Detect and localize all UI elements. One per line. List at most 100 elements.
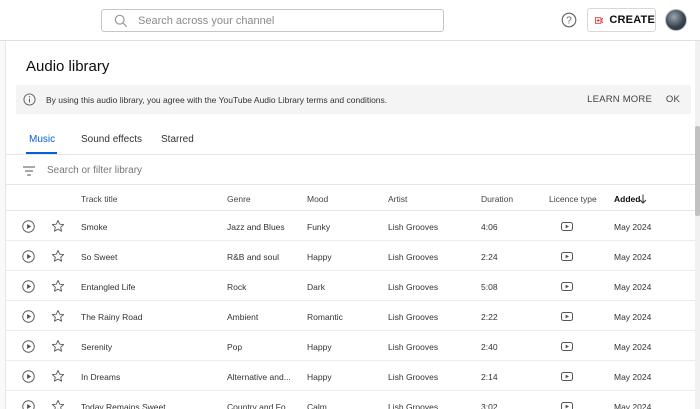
play-icon[interactable] [22,250,35,263]
track-added: May 2024 [614,372,652,382]
track-mood: Romantic [307,312,343,322]
track-added: May 2024 [614,252,652,262]
track-duration: 2:22 [481,312,498,322]
filter-bar[interactable]: Search or filter library [6,157,696,185]
play-icon[interactable] [22,280,35,293]
track-duration: 5:08 [481,282,498,292]
channel-search-box[interactable]: Search across your channel [101,9,444,32]
star-outline-icon[interactable] [51,219,65,233]
track-added: May 2024 [614,342,652,352]
track-artist: Lish Grooves [388,342,439,352]
active-tab-indicator [26,152,57,154]
track-genre: Rock [227,282,247,292]
tab-music[interactable]: Music [29,134,55,145]
star-outline-icon[interactable] [51,309,65,323]
track-mood: Happy [307,372,332,382]
play-icon[interactable] [22,340,35,353]
star-outline-icon[interactable] [51,249,65,263]
track-genre: Alternative and... [227,372,291,382]
track-title: In Dreams [81,372,121,382]
tab-starred[interactable]: Starred [161,134,194,145]
track-mood: Happy [307,342,332,352]
terms-notice-text: By using this audio library, you agree w… [46,94,388,105]
youtube-licence-icon[interactable] [561,342,573,351]
youtube-licence-icon[interactable] [561,222,573,231]
track-genre: Ambient [227,312,259,322]
table-row[interactable]: Today Remains Sweet Country and Fo... Calm… [6,391,696,409]
filter-icon[interactable] [23,165,35,176]
track-added: May 2024 [614,282,652,292]
youtube-licence-icon[interactable] [561,312,573,321]
track-added: May 2024 [614,222,652,232]
track-title: Serenity [81,342,113,352]
track-artist: Lish Grooves [388,372,439,382]
table-row[interactable]: Smoke Jazz and Blues Funky Lish Grooves 4:06… [6,211,696,241]
info-icon [23,93,36,106]
tab-sound-effects[interactable]: Sound effects [81,134,142,145]
track-list: Smoke Jazz and Blues Funky Lish Grooves 4:06… [6,211,696,409]
terms-notice-banner: By using this audio library, you agree w… [16,85,691,114]
track-mood: Dark [307,282,325,292]
column-added[interactable]: Added [614,194,640,204]
learn-more-button[interactable]: LEARN MORE [587,94,652,105]
audio-library-panel: Audio library By using this audio librar… [5,41,696,409]
track-title: The Rainy Road [81,312,143,322]
scrollbar[interactable] [695,41,700,409]
filter-input[interactable]: Search or filter library [47,165,142,176]
track-duration: 2:14 [481,372,498,382]
track-title: Smoke [81,222,108,232]
ok-button[interactable]: OK [666,94,680,105]
track-mood: Funky [307,222,331,232]
help-icon[interactable]: ? [561,12,577,28]
track-duration: 4:06 [481,222,498,232]
play-icon[interactable] [22,400,35,409]
table-row[interactable]: Serenity Pop Happy Lish Grooves 2:40 May 2024 [6,331,696,361]
play-icon[interactable] [22,310,35,323]
column-mood[interactable]: Mood [307,194,328,204]
table-row[interactable]: In Dreams Alternative and... Happy Lish Gro… [6,361,696,391]
play-icon[interactable] [22,370,35,383]
top-bar: Search across your channel ? CREATE [0,0,700,41]
youtube-licence-icon[interactable] [561,252,573,261]
video-camera-plus-icon [595,16,604,24]
track-duration: 2:24 [481,252,498,262]
track-artist: Lish Grooves [388,312,439,322]
star-outline-icon[interactable] [51,399,65,409]
column-artist[interactable]: Artist [388,194,407,204]
track-duration: 3:02 [481,402,498,409]
play-icon[interactable] [22,220,35,233]
column-licence-type[interactable]: Licence type [549,194,597,204]
track-added: May 2024 [614,402,652,409]
column-genre[interactable]: Genre [227,194,251,204]
column-duration[interactable]: Duration [481,194,513,204]
track-artist: Lish Grooves [388,402,439,409]
track-artist: Lish Grooves [388,222,439,232]
svg-text:?: ? [566,16,572,27]
track-genre: R&B and soul [227,252,279,262]
search-icon [114,14,128,27]
track-title: Today Remains Sweet [81,402,166,409]
youtube-licence-icon[interactable] [561,402,573,409]
create-button[interactable]: CREATE [587,8,656,32]
create-button-label: CREATE [609,14,655,26]
youtube-licence-icon[interactable] [561,372,573,381]
youtube-licence-icon[interactable] [561,282,573,291]
table-header: Track title Genre Mood Artist Duration L… [6,185,696,211]
page-title: Audio library [26,58,110,75]
column-track-title[interactable]: Track title [81,194,118,204]
track-title: Entangled Life [81,282,136,292]
star-outline-icon[interactable] [51,339,65,353]
table-row[interactable]: Entangled Life Rock Dark Lish Grooves 5:08 Ma… [6,271,696,301]
scrollbar-thumb[interactable] [695,126,700,216]
table-row[interactable]: The Rainy Road Ambient Romantic Lish Groove… [6,301,696,331]
star-outline-icon[interactable] [51,279,65,293]
search-input[interactable]: Search across your channel [138,15,274,27]
track-mood: Calm [307,402,327,409]
star-outline-icon[interactable] [51,369,65,383]
arrow-down-icon[interactable] [639,194,647,204]
track-duration: 2:40 [481,342,498,352]
avatar[interactable] [665,9,687,31]
table-row[interactable]: So Sweet R&B and soul Happy Lish Grooves 2:2… [6,241,696,271]
track-genre: Pop [227,342,243,352]
track-genre: Country and Fo... [227,402,293,409]
